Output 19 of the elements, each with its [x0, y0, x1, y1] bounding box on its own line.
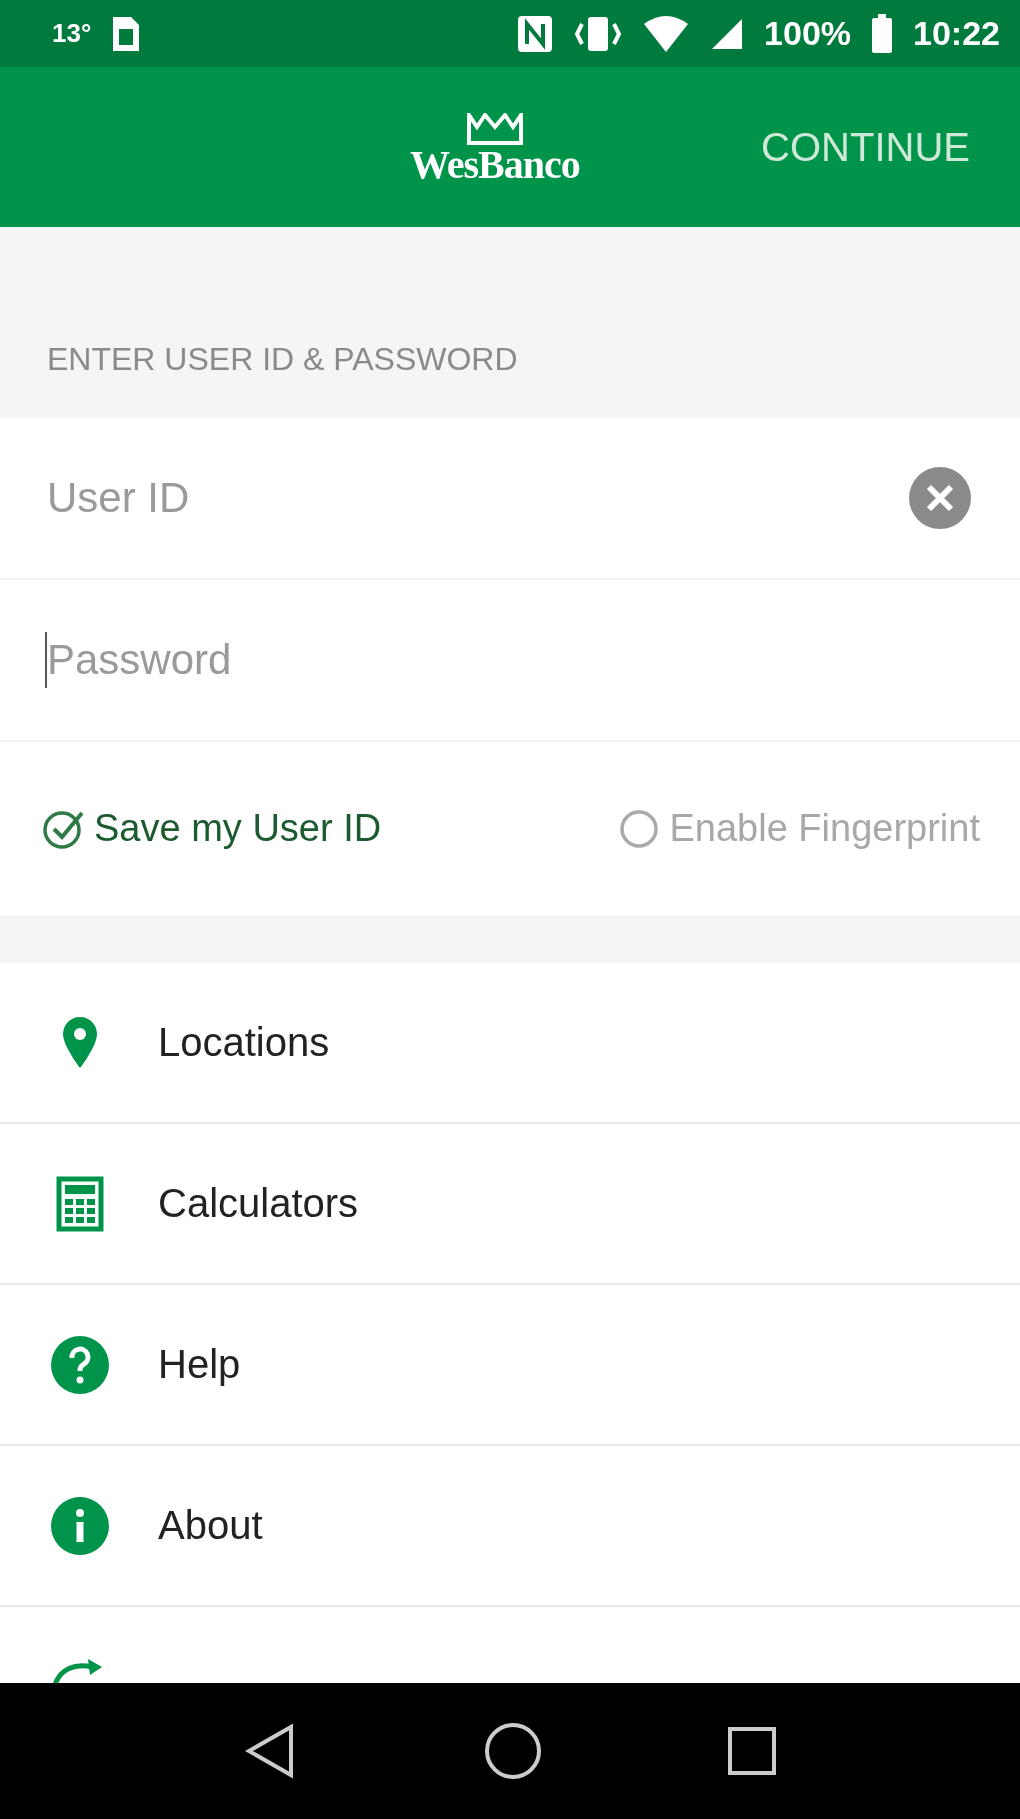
clock: 10:22 [913, 14, 1000, 53]
wifi-icon [642, 13, 691, 54]
sim-card-icon [111, 14, 142, 53]
clear-icon[interactable] [908, 466, 972, 530]
input-field[interactable]: Password [47, 630, 972, 690]
battery-percentage: 100% [764, 14, 852, 53]
checked-option[interactable]: Save my User ID [42, 806, 382, 851]
recents-icon[interactable] [727, 1726, 778, 1776]
help-icon [50, 1334, 110, 1395]
temperature: 13° [52, 18, 92, 49]
home-icon[interactable] [484, 1722, 542, 1780]
nfc-icon [516, 13, 555, 54]
crown-icon [464, 113, 525, 145]
section-title: ENTER USER ID & PASSWORD [47, 341, 518, 378]
info-icon [50, 1495, 110, 1556]
calculator-icon [56, 1175, 104, 1232]
battery-icon [871, 13, 894, 54]
logo: WesBanco [410, 145, 580, 185]
input-field[interactable]: User ID [47, 468, 908, 528]
